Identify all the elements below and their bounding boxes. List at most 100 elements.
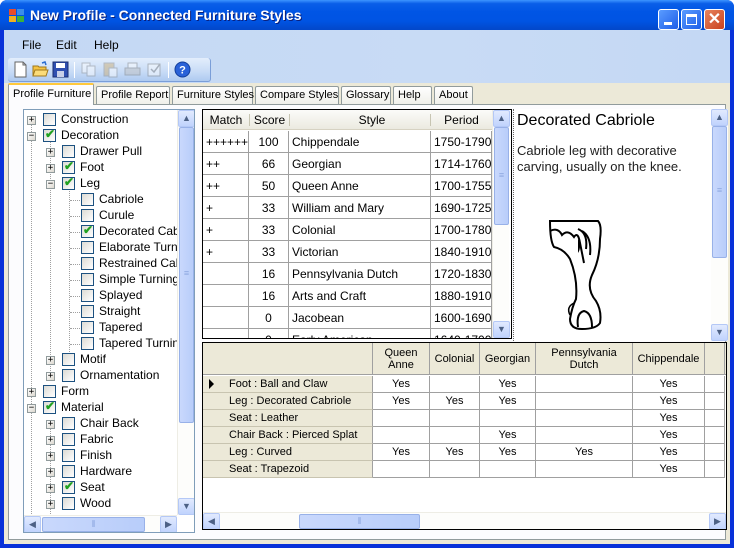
scroll-right-icon[interactable]: ▶ (709, 513, 726, 529)
scroll-left-icon[interactable]: ◀ (203, 513, 220, 529)
close-button[interactable]: ✕ (704, 9, 725, 30)
tab-furniture-styles[interactable]: Furniture Styles (172, 86, 254, 104)
compare-hscroll-thumb[interactable]: ⦀ (299, 514, 420, 529)
compare-row[interactable]: Foot : Ball and Claw Yes Yes Yes (203, 376, 726, 393)
tree-checkbox[interactable] (81, 241, 94, 254)
scroll-right-icon[interactable]: ▶ (160, 516, 177, 532)
expand-icon[interactable]: + (46, 356, 55, 365)
collapse-icon[interactable]: − (27, 404, 36, 413)
tree-checkbox[interactable] (62, 145, 75, 158)
tab-glossary[interactable]: Glossary (341, 86, 391, 104)
style-row[interactable]: 0Early American1640-1700 (203, 329, 492, 338)
tree-node[interactable]: + Finish (24, 448, 177, 464)
style-row[interactable]: 16 Arts and Craft 1880-1910 (203, 285, 492, 307)
compare-row[interactable]: Seat : Leather Yes (203, 410, 726, 427)
compare-row-header[interactable]: Seat : Leather (203, 410, 373, 427)
scroll-up-icon[interactable]: ▲ (493, 110, 510, 127)
tree-node[interactable]: − ✔ Decoration (24, 127, 177, 144)
tree-checkbox[interactable] (81, 273, 94, 286)
compare-column-header[interactable]: Queen Anne (373, 343, 430, 375)
tree-checkbox[interactable]: ✔ (43, 127, 56, 142)
tree-node[interactable]: Tapered Turning (24, 336, 186, 352)
menu-edit[interactable]: Edit (56, 38, 77, 52)
expand-icon[interactable]: + (46, 468, 55, 477)
tree-checkbox[interactable]: ✔ (62, 175, 75, 190)
tree-checkbox[interactable] (81, 209, 94, 222)
compare-row-header[interactable]: Chair Back : Pierced Splat (203, 427, 373, 444)
tree-node[interactable]: + Motif (24, 352, 177, 368)
tree-checkbox[interactable] (62, 497, 75, 510)
expand-icon[interactable]: + (46, 164, 55, 173)
tree-checkbox[interactable] (81, 257, 94, 270)
menu-help[interactable]: Help (94, 38, 119, 52)
tree-checkbox[interactable] (81, 193, 94, 206)
compare-column-header-partial[interactable] (705, 343, 725, 375)
open-icon[interactable] (32, 61, 49, 78)
style-row[interactable]: +33 Victorian 1840-1910 (203, 241, 492, 263)
scroll-down-icon[interactable]: ▼ (493, 321, 510, 338)
detail-scrollbar[interactable]: ▲ ≡ ▼ (711, 109, 728, 341)
expand-icon[interactable]: + (46, 452, 55, 461)
style-row[interactable]: ++ 50 Queen Anne 1700-1755 (203, 175, 492, 197)
tree-horizontal-scrollbar[interactable]: ◀ ⦀ ▶ (24, 515, 177, 532)
tree-node[interactable]: Cabriole (24, 192, 177, 208)
tree-node[interactable]: ✔ Decorated Cabriole (24, 223, 194, 240)
tree-node[interactable]: + ✔ Seat (24, 479, 177, 496)
collapse-icon[interactable]: − (27, 132, 36, 141)
tree-checkbox[interactable] (81, 321, 94, 334)
tree-checkbox[interactable]: ✔ (62, 159, 75, 174)
tree-vertical-scrollbar[interactable]: ▲ ≡ ▼ (177, 110, 194, 515)
tree-checkbox[interactable] (43, 385, 56, 398)
tree-checkbox[interactable] (81, 337, 94, 350)
menu-file[interactable]: File (22, 38, 41, 52)
tab-compare-styles[interactable]: Compare Styles (255, 86, 339, 104)
tab-about[interactable]: About (434, 86, 473, 104)
tree-node[interactable]: + Construction (24, 112, 177, 128)
collapse-icon[interactable]: − (46, 180, 55, 189)
maximize-button[interactable] (681, 9, 702, 30)
compare-column-header[interactable]: Georgian (480, 343, 536, 375)
compare-column-header[interactable]: Pennsylvania Dutch (536, 343, 633, 375)
style-grid-scrollbar[interactable]: ▲ ≡ ▼ (492, 110, 510, 338)
tree-node[interactable]: Simple Turning (24, 272, 179, 288)
style-row[interactable]: +33 Colonial 1700-1780 (203, 219, 492, 241)
tree-node[interactable]: + Wood (24, 496, 177, 512)
style-row[interactable]: 16 Pennsylvania Dutch 1720-1830 (203, 263, 492, 285)
expand-icon[interactable]: + (27, 388, 36, 397)
tab-profile-report[interactable]: Profile Report (96, 86, 170, 104)
minimize-button[interactable] (658, 9, 679, 30)
tree-node[interactable]: + Ornamentation (24, 368, 177, 384)
compare-row[interactable]: Seat : Trapezoid Yes (203, 461, 726, 478)
compare-row-header[interactable]: Leg : Decorated Cabriole (203, 393, 373, 410)
style-row[interactable]: 0 Jacobean 1600-1690 (203, 307, 492, 329)
compare-row[interactable]: Chair Back : Pierced Splat Yes Yes (203, 427, 726, 444)
tree-node[interactable]: Straight (24, 304, 177, 320)
expand-icon[interactable]: + (46, 420, 55, 429)
column-header-score[interactable]: Score (250, 110, 289, 130)
tree-scroll-thumb[interactable]: ≡ (179, 127, 194, 423)
scroll-up-icon[interactable]: ▲ (711, 109, 728, 126)
tree-node[interactable]: Tapered (24, 320, 177, 336)
column-header-match[interactable]: Match (203, 110, 249, 130)
tree-checkbox[interactable] (62, 433, 75, 446)
scroll-down-icon[interactable]: ▼ (711, 324, 728, 341)
expand-icon[interactable]: + (46, 500, 55, 509)
compare-row-header[interactable]: Leg : Curved (203, 444, 373, 461)
scroll-left-icon[interactable]: ◀ (24, 516, 41, 532)
tree-checkbox[interactable] (62, 417, 75, 430)
title-bar[interactable]: New Profile - Connected Furniture Styles… (0, 0, 734, 30)
tree-node[interactable]: + Drawer Pull (24, 144, 177, 160)
scroll-up-icon[interactable]: ▲ (178, 110, 194, 127)
style-row[interactable]: ++++++ 100 Chippendale 1750-1790 (203, 131, 492, 153)
style-grid-scroll-thumb[interactable]: ≡ (494, 127, 509, 225)
tree-checkbox[interactable] (62, 353, 75, 366)
tree-checkbox[interactable] (81, 289, 94, 302)
style-row[interactable]: +33 William and Mary 1690-1725 (203, 197, 492, 219)
tree-node[interactable]: − ✔ Material (24, 399, 177, 416)
compare-row-header[interactable]: Seat : Trapezoid (203, 461, 373, 478)
help-icon[interactable]: ? (174, 61, 191, 78)
tree-node[interactable]: + Hardware (24, 464, 177, 480)
compare-row[interactable]: Leg : Curved Yes Yes Yes Yes Yes (203, 444, 726, 461)
tree-checkbox[interactable] (62, 465, 75, 478)
tree-node[interactable]: + ✔ Foot (24, 159, 177, 176)
